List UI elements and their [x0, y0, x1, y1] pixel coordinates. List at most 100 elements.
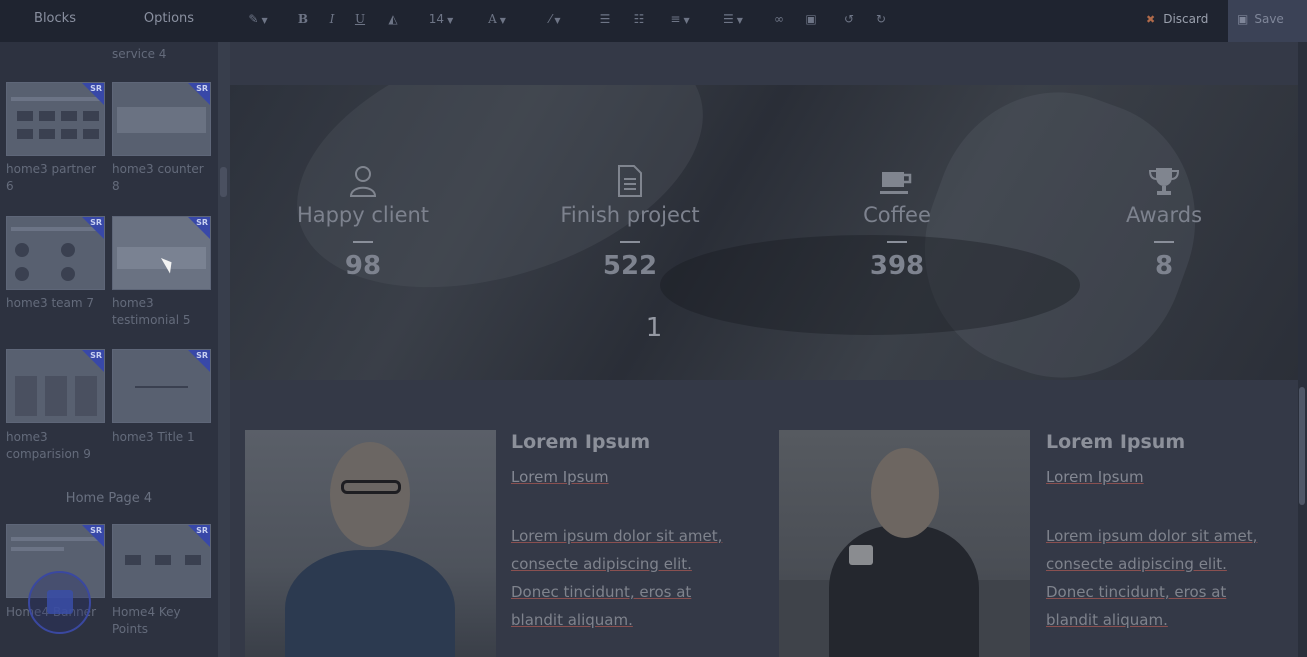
numbered-list-button[interactable]: ☷ — [630, 9, 648, 29]
redo-icon: ↻ — [875, 12, 887, 26]
card-text-line: consecte adipiscing elit. — [511, 555, 692, 573]
block-label: home3 partner 6 — [6, 162, 96, 193]
card-text-line: Lorem ipsum dolor sit amet, — [511, 527, 723, 545]
card-text: Lorem ipsum dolor sit amet, consecte adi… — [1046, 522, 1286, 634]
block-thumbnail-partner[interactable]: SR — [6, 82, 105, 156]
card-subtitle[interactable]: Lorem Ipsum — [1046, 468, 1144, 486]
profile-photo — [245, 430, 496, 657]
bold-icon: B — [297, 12, 309, 26]
profile-photo — [779, 430, 1030, 657]
chat-icon — [47, 590, 73, 614]
canvas-scrollbar[interactable] — [1298, 42, 1307, 657]
link-icon: ∞ — [774, 12, 784, 26]
block-label: home3 counter 8 — [112, 162, 204, 193]
italic-button[interactable]: I — [324, 9, 340, 29]
undo-button[interactable]: ↺ — [840, 9, 858, 29]
document-icon — [530, 163, 730, 197]
block-label: home3 comparision 9 — [6, 430, 91, 461]
block-thumbnail-counter[interactable]: SR — [112, 82, 211, 156]
block-thumbnail-testimonial[interactable]: SR — [112, 216, 211, 290]
floating-help-button[interactable] — [28, 571, 91, 634]
block-badge: SR — [196, 526, 208, 535]
block-thumbnail-comparison[interactable]: SR — [6, 349, 105, 423]
card-text-line: Lorem ipsum dolor sit amet, — [1046, 527, 1258, 545]
block-badge: SR — [90, 351, 102, 360]
trophy-icon — [1064, 163, 1264, 197]
block-badge: SR — [90, 526, 102, 535]
counter-item: Happy client 98 — [263, 163, 463, 281]
discard-button[interactable]: ✖ Discard — [1146, 0, 1208, 38]
coffee-icon — [797, 163, 997, 197]
brush-icon: ⁄ — [549, 12, 552, 26]
image-button[interactable]: ▣ — [802, 9, 820, 29]
italic-icon: I — [329, 12, 335, 26]
card-text-line: Donec tincidunt, eros at — [1046, 583, 1227, 601]
save-button[interactable]: ▣ Save — [1228, 0, 1307, 42]
pen-icon: ✎ — [248, 12, 259, 26]
block-badge: SR — [90, 218, 102, 227]
editor-toolbar: Blocks Options ✎ ▼ B I U ◭ 14 ▼ A ▼ ⁄ ▼ ☰ ☷ … — [0, 0, 1307, 42]
image-icon: ▣ — [805, 12, 817, 26]
counter-value: 98 — [344, 251, 382, 281]
text-style-dropdown[interactable]: ✎ ▼ — [244, 9, 272, 29]
card-title: Lorem Ipsum — [511, 431, 651, 453]
tab-options[interactable]: Options — [114, 0, 224, 42]
card-text-line: Donec tincidunt, eros at — [511, 583, 692, 601]
tab-blocks[interactable]: Blocks — [0, 0, 110, 42]
block-thumbnail-key-points[interactable]: SR — [112, 524, 211, 598]
counter-name: Finish project — [560, 203, 700, 227]
card-text-line: blandit aliquam. — [1046, 611, 1168, 629]
paragraph-dropdown[interactable]: ☰ ▼ — [718, 9, 748, 29]
block-badge: SR — [196, 218, 208, 227]
counter-section: Happy client 98 Finish project 522 Coffe… — [230, 85, 1298, 380]
save-label: Save — [1254, 12, 1284, 26]
discard-label: Discard — [1163, 12, 1209, 26]
bold-button[interactable]: B — [295, 9, 311, 29]
numbered-list-icon: ☷ — [633, 12, 645, 26]
card-text-line: blandit aliquam. — [511, 611, 633, 629]
counter-value: 8 — [1154, 251, 1174, 281]
bullet-list-icon: ☰ — [599, 12, 611, 26]
close-icon: ✖ — [1146, 13, 1156, 26]
block-badge: SR — [196, 84, 208, 93]
block-label: service 4 — [112, 47, 167, 61]
counter-item: Coffee 398 — [797, 163, 997, 281]
block-thumbnail-title[interactable]: SR — [112, 349, 211, 423]
card-text-line: consecte adipiscing elit. — [1046, 555, 1227, 573]
counter-name: Awards — [1125, 203, 1203, 227]
blocks-panel: service 4 SR SR home3 partner 6 home3 co… — [0, 42, 218, 657]
block-thumbnail-team[interactable]: SR — [6, 216, 105, 290]
underline-button[interactable]: U — [350, 9, 370, 29]
card-title: Lorem Ipsum — [1046, 431, 1186, 453]
underline-icon: U — [354, 12, 366, 26]
font-color-dropdown[interactable]: A ▼ — [482, 9, 512, 29]
counter-value: 522 — [602, 251, 658, 281]
clear-format-button[interactable]: ◭ — [384, 9, 402, 29]
paragraph-icon: ☰ — [723, 12, 734, 26]
block-label: home3 Title 1 — [112, 430, 195, 444]
font-size-dropdown[interactable]: 14 ▼ — [424, 9, 458, 29]
align-dropdown[interactable]: ≡ ▼ — [664, 9, 696, 29]
block-badge: SR — [90, 84, 102, 93]
eraser-icon: ◭ — [388, 12, 398, 26]
link-button[interactable]: ∞ — [770, 9, 788, 29]
redo-button[interactable]: ↻ — [872, 9, 890, 29]
save-icon: ▣ — [1237, 12, 1249, 26]
block-group-title: Home Page 4 — [65, 491, 153, 506]
font-color-icon: A — [488, 12, 497, 26]
block-label: Home4 Key Points — [112, 605, 181, 636]
bullet-list-button[interactable]: ☰ — [596, 9, 614, 29]
page-canvas: Happy client 98 Finish project 522 Coffe… — [230, 42, 1298, 657]
undo-icon: ↺ — [843, 12, 855, 26]
user-icon — [263, 163, 463, 197]
highlight-dropdown[interactable]: ⁄ ▼ — [540, 9, 570, 29]
block-label: home3 team 7 — [6, 296, 95, 310]
block-badge: SR — [196, 351, 208, 360]
counter-value: 398 — [869, 251, 925, 281]
font-size-value: 14 — [428, 12, 445, 26]
card-subtitle[interactable]: Lorem Ipsum — [511, 468, 609, 486]
slider-page-indicator[interactable]: 1 — [644, 313, 664, 343]
counter-item: Awards 8 — [1064, 163, 1264, 281]
panel-scrollbar[interactable] — [218, 42, 230, 657]
block-label: home3 testimonial 5 — [112, 296, 191, 327]
